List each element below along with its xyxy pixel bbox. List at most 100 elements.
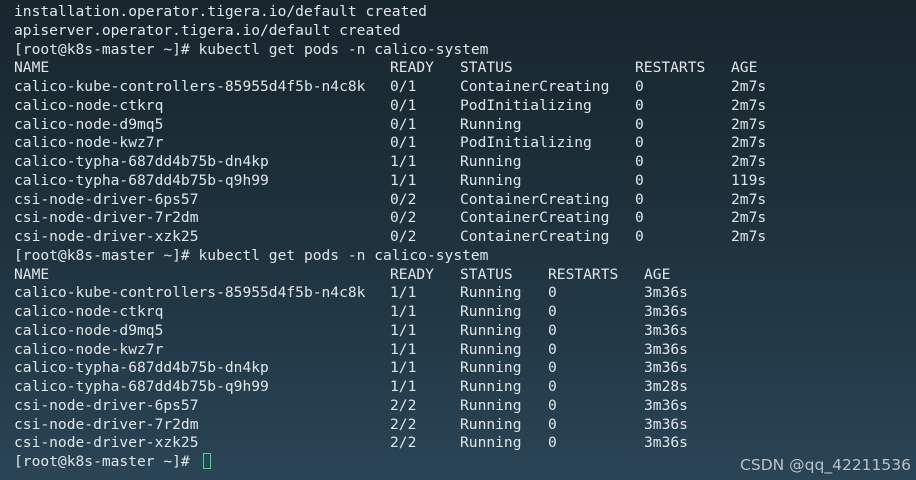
shell-prompt: [root@k8s-master ~]# — [14, 40, 199, 58]
pod-name: calico-typha-687dd4b75b-q9h99 — [14, 171, 269, 189]
pod-name: calico-typha-687dd4b75b-q9h99 — [14, 378, 269, 395]
pod-ready: 1/1 — [390, 340, 417, 358]
pod-name: calico-node-d9mq5 — [14, 115, 164, 133]
table-row: calico-node-d9mq5 1/1 Running 0 3m36s — [14, 322, 916, 341]
pod-ready: 0/2 — [390, 209, 417, 227]
cursor-icon — [202, 453, 211, 469]
pod-name: calico-node-ctkrq — [14, 96, 164, 114]
pod-status: Running — [460, 284, 522, 302]
table-row: calico-kube-controllers-85955d4f5b-n4c8k… — [14, 78, 916, 97]
column-header-status: STATUS — [460, 265, 513, 283]
pod-age: 3m36s — [644, 396, 688, 414]
pod-status: ContainerCreating — [460, 228, 610, 245]
pod-status: Running — [460, 115, 522, 133]
table-row: calico-typha-687dd4b75b-dn4kp 1/1 Running 0… — [14, 153, 916, 172]
pod-ready: 2/2 — [390, 434, 417, 452]
pod-status: Running — [460, 321, 522, 339]
pod-restarts: 0 — [635, 190, 644, 208]
command-text: kubectl get pods -n calico-system — [198, 40, 489, 58]
pod-restarts: 0 — [635, 228, 644, 245]
table-header-row: NAME READY STATUS RESTARTS AGE — [14, 266, 916, 285]
pod-ready: 1/1 — [390, 153, 417, 170]
pod-status: ContainerCreating — [460, 209, 610, 227]
pod-age: 3m36s — [644, 434, 688, 452]
pod-restarts: 0 — [548, 378, 557, 395]
pod-age: 119s — [731, 171, 767, 189]
pod-name: csi-node-driver-xzk25 — [14, 434, 199, 452]
column-header-status: STATUS — [460, 59, 513, 77]
pod-name: calico-node-kwz7r — [14, 340, 164, 358]
column-header-ready: READY — [390, 265, 434, 283]
pod-name: csi-node-driver-7r2dm — [14, 415, 199, 433]
pod-restarts: 0 — [548, 434, 557, 452]
pod-restarts: 0 — [548, 321, 557, 339]
pod-restarts: 0 — [548, 359, 557, 377]
table-row: calico-node-kwz7r 0/1 PodInitializing 0 2m7s — [14, 134, 916, 153]
pod-status: Running — [460, 340, 522, 358]
pod-status: Running — [460, 434, 522, 452]
pod-name: calico-typha-687dd4b75b-dn4kp — [14, 153, 269, 170]
pod-status: Running — [460, 415, 522, 433]
pod-ready: 0/1 — [390, 96, 417, 114]
pod-restarts: 0 — [635, 78, 644, 95]
pod-age: 3m36s — [644, 321, 688, 339]
pod-status: ContainerCreating — [460, 78, 610, 95]
pod-ready: 0/2 — [390, 190, 417, 208]
pod-ready: 1/1 — [390, 171, 417, 189]
output-line: apiserver.operator.tigera.io/default cre… — [14, 21, 401, 39]
column-header-age: AGE — [644, 265, 671, 283]
table-row: calico-node-ctkrq 0/1 PodInitializing 0 2m7s — [14, 97, 916, 116]
pod-ready: 1/1 — [390, 303, 417, 320]
pod-restarts: 0 — [548, 284, 557, 302]
pod-status: ContainerCreating — [460, 190, 610, 208]
pod-ready: 1/1 — [390, 321, 417, 339]
pod-status: Running — [460, 378, 522, 395]
column-header-name: NAME — [14, 59, 50, 77]
table-row: csi-node-driver-7r2dm 0/2 ContainerCreatin… — [14, 209, 916, 228]
table-row: calico-typha-687dd4b75b-q9h99 1/1 Running 0… — [14, 378, 916, 397]
column-header-restarts: RESTARTS — [635, 59, 706, 77]
pod-name: calico-typha-687dd4b75b-dn4kp — [14, 359, 269, 377]
pod-name: calico-kube-controllers-85955d4f5b-n4c8k — [14, 284, 366, 302]
output-line: installation.operator.tigera.io/default … — [14, 3, 427, 20]
table-row: csi-node-driver-6ps57 2/2 Running 0 3m36s — [14, 397, 916, 416]
column-header-name: NAME — [14, 265, 50, 283]
pod-ready: 0/1 — [390, 115, 417, 133]
table-row: calico-typha-687dd4b75b-dn4kp 1/1 Running 0… — [14, 359, 916, 378]
pod-name: csi-node-driver-6ps57 — [14, 190, 199, 208]
pod-restarts: 0 — [548, 415, 557, 433]
pod-age: 2m7s — [731, 96, 767, 114]
command-line: [root@k8s-master ~]# kubectl get pods -n… — [14, 41, 916, 60]
pod-age: 2m7s — [731, 228, 767, 245]
pod-age: 2m7s — [731, 190, 767, 208]
pod-age: 3m36s — [644, 415, 688, 433]
pod-age: 2m7s — [731, 153, 767, 170]
pod-age: 2m7s — [731, 78, 767, 95]
pod-ready: 1/1 — [390, 378, 417, 395]
pod-restarts: 0 — [635, 134, 644, 152]
shell-prompt: [root@k8s-master ~]# — [14, 453, 199, 470]
command-line: [root@k8s-master ~]# kubectl get pods -n… — [14, 247, 916, 266]
pod-status: Running — [460, 359, 522, 377]
pod-age: 2m7s — [731, 115, 767, 133]
pod-name: calico-kube-controllers-85955d4f5b-n4c8k — [14, 78, 366, 95]
pod-name: calico-node-d9mq5 — [14, 321, 164, 339]
pod-ready: 1/1 — [390, 359, 417, 377]
pod-status: PodInitializing — [460, 134, 592, 152]
terminal-output[interactable]: installation.operator.tigera.io/default … — [14, 3, 916, 472]
pod-ready: 0/1 — [390, 78, 417, 95]
column-header-restarts: RESTARTS — [548, 265, 619, 283]
table-row: csi-node-driver-xzk25 0/2 ContainerCreatin… — [14, 228, 916, 247]
table-row: calico-node-d9mq5 0/1 Running 0 2m7s — [14, 116, 916, 135]
pod-ready: 0/1 — [390, 134, 417, 152]
table-row: csi-node-driver-xzk25 2/2 Running 0 3m36s — [14, 434, 916, 453]
column-header-age: AGE — [731, 59, 758, 77]
pod-name: csi-node-driver-6ps57 — [14, 396, 199, 414]
pod-age: 3m28s — [644, 378, 688, 395]
pod-ready: 1/1 — [390, 284, 417, 302]
pod-restarts: 0 — [635, 209, 644, 227]
pod-name: csi-node-driver-7r2dm — [14, 209, 199, 227]
pod-ready: 2/2 — [390, 415, 417, 433]
pod-restarts: 0 — [548, 303, 557, 320]
pod-name: calico-node-kwz7r — [14, 134, 164, 152]
